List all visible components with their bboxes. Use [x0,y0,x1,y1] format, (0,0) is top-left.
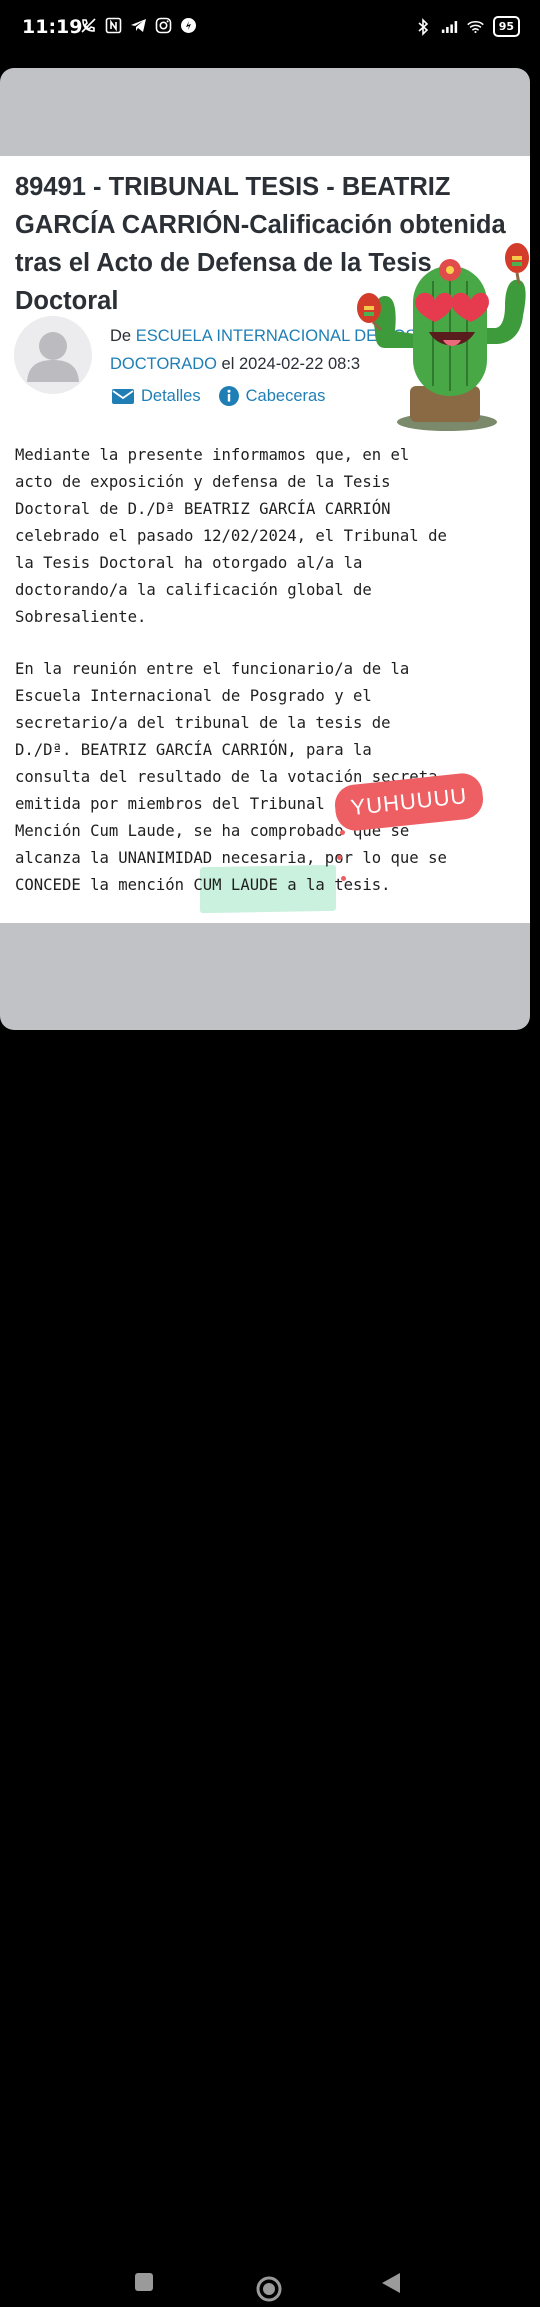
nfc-icon [105,17,122,34]
headers-label: Cabeceras [245,386,326,405]
app-icon [180,17,197,34]
body-paragraph-1: Mediante la presente informamos que, en … [15,446,447,626]
recents-button[interactable] [134,2272,154,2296]
email-actions: Detalles Cabeceras [112,386,325,406]
notification-icons [80,17,197,34]
date-prefix: el [221,355,235,373]
info-icon [218,386,239,406]
email-date: 2024-02-22 08:3 [238,355,361,373]
triangle-back-icon [382,2273,400,2293]
bluetooth-icon [415,17,432,36]
envelope-icon [112,389,134,404]
square-icon [135,2273,153,2291]
instagram-icon [155,17,172,34]
status-bar: 11:19 95 [0,0,540,58]
email-body: Mediante la presente informamos que, en … [15,442,535,924]
home-button[interactable] [255,2275,283,2307]
status-time: 11:19 [22,16,83,38]
sticker-dot [341,876,346,881]
circle-icon [256,2276,282,2302]
sticker-dot [337,855,342,860]
wifi-icon [466,18,484,35]
from-prefix: De [110,327,132,345]
headers-button[interactable]: Cabeceras [218,386,326,406]
back-button[interactable] [381,2272,401,2298]
telegram-icon [130,17,147,34]
system-icons: 95 [415,16,520,37]
sender-avatar [14,316,92,394]
details-button[interactable]: Detalles [112,387,201,406]
signal-icon [441,18,458,35]
battery-indicator: 95 [492,16,520,37]
cactus-sticker-icon [357,243,529,431]
sticker-dot [340,830,345,835]
muted-call-icon [80,17,97,34]
user-icon [27,332,79,382]
details-label: Detalles [141,386,201,405]
navigation-bar [0,1120,540,2302]
